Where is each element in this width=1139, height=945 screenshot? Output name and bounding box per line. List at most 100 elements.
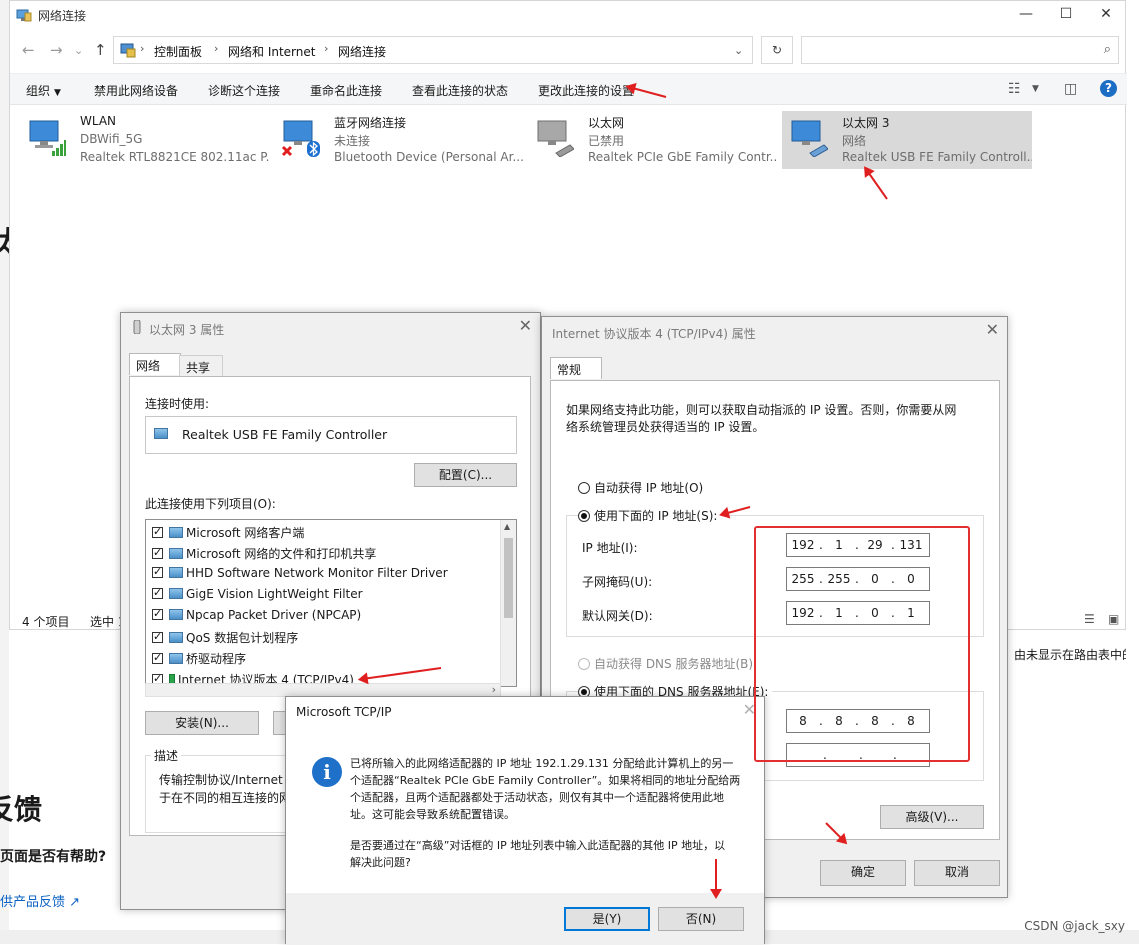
adapter-name: Realtek USB FE Family Controller [182,427,388,442]
adapter-status: 未连接 [334,134,371,148]
view-status-command[interactable]: 查看此连接的状态 [412,82,508,99]
auto-dns-radio[interactable]: 自动获得 DNS 服务器地址(B) [578,655,753,672]
breadcrumb-separator-icon: › [140,42,145,55]
up-arrow-icon[interactable]: ↑ [94,41,107,59]
dialog-title: 以太网 3 属性 [149,323,225,337]
list-item[interactable]: GigE Vision LightWeight Filter [152,586,363,607]
maximize-button[interactable]: ☐ [1046,3,1086,27]
adapter-status: 网络 [842,134,867,148]
close-icon[interactable]: ✕ [519,316,532,335]
back-arrow-icon[interactable]: ← [22,41,35,59]
adapter-wlan[interactable]: WLAN DBWifi_5G Realtek RTL8821CE 802.11a… [20,111,270,169]
configure-button[interactable]: 配置(C)... [414,463,517,487]
client-icon [169,527,183,538]
adapter-status: 已禁用 [588,134,625,148]
breadcrumb-separator-icon: › [324,42,329,55]
tab-sharing[interactable]: 共享 [179,355,223,377]
list-scrollbar[interactable]: ▲ [500,520,516,686]
view-options-icon[interactable]: ☷ [1008,81,1021,97]
breadcrumb-network-internet[interactable]: 网络和 Internet [228,43,315,60]
annotation-arrow [715,859,717,897]
address-bar-row: ← → ⌄ ↑ › 控制面板 › 网络和 Internet › 网络连接 ⌄ ↻… [10,35,1127,65]
window-title: 网络连接 [38,9,87,23]
list-item[interactable]: Microsoft 网络客户端 [152,524,304,544]
address-dropdown-icon[interactable]: ⌄ [734,44,743,57]
list-item[interactable]: Microsoft 网络的文件和打印机共享 [152,545,376,565]
tab-general[interactable]: 常规 [550,357,602,379]
install-button[interactable]: 安装(N)... [145,711,259,735]
checkbox[interactable] [152,565,163,578]
description-label: 描述 [151,747,182,764]
yes-button[interactable]: 是(Y) [564,907,650,931]
radio-button-selected[interactable] [578,510,590,522]
rename-command[interactable]: 重命名此连接 [310,82,382,99]
background-feedback-heading: 反馈 [0,793,43,826]
address-box[interactable]: › 控制面板 › 网络和 Internet › 网络连接 ⌄ [113,36,753,64]
radio-button[interactable] [578,658,590,670]
minimize-button[interactable]: — [1006,3,1046,27]
tab-network[interactable]: 网络 [129,353,181,375]
network-folder-icon [16,9,32,22]
recent-locations-icon[interactable]: ⌄ [74,44,83,57]
adapter-ethernet[interactable]: 以太网 已禁用 Realtek PCIe GbE Family Contr... [528,111,778,169]
scroll-up-icon[interactable]: ▲ [504,522,510,531]
adapter-name: WLAN [80,114,117,128]
tiles-view-icon[interactable]: ▣ [1108,612,1119,626]
message-text: 已将所输入的此网络适配器的 IP 地址 192.1.29.131 分配给此计算机… [350,757,734,770]
components-list[interactable]: Microsoft 网络客户端 Microsoft 网络的文件和打印机共享 HH… [145,519,517,687]
breadcrumb-control-panel[interactable]: 控制面板 [154,43,202,60]
cancel-button[interactable]: 取消 [914,860,1000,886]
wifi-adapter-icon [29,120,66,156]
checkbox[interactable] [152,525,163,538]
scroll-thumb[interactable] [504,538,513,618]
background-feedback-link[interactable]: 供产品反馈 ↗ [0,891,80,910]
message-question: 解决此问题? [350,856,411,869]
auto-ip-radio[interactable]: 自动获得 IP 地址(O) [578,479,703,496]
connect-using-label: 连接时使用: [145,397,210,411]
list-item[interactable]: QoS 数据包计划程序 [152,629,298,649]
organize-menu[interactable]: 组织 ▼ [26,82,61,99]
diagnose-command[interactable]: 诊断这个连接 [208,82,280,99]
background-page-right-strip [1126,0,1139,944]
refresh-button[interactable]: ↻ [761,36,793,64]
checkbox[interactable] [152,630,163,643]
no-button[interactable]: 否(N) [658,907,744,931]
change-settings-command[interactable]: 更改此连接的设置 [538,82,634,99]
search-input[interactable]: ⌕ [801,36,1119,64]
checkbox[interactable] [152,586,163,599]
help-icon[interactable]: ? [1100,80,1117,97]
message-question: 是否要通过在“高级”对话框的 IP 地址列表中输入此适配器的其他 IP 地址，以 [350,839,726,852]
advanced-button[interactable]: 高级(V)... [880,805,984,829]
manual-ip-radio[interactable]: 使用下面的 IP 地址(S): [578,507,722,524]
control-panel-icon [120,43,136,58]
driver-icon [169,567,183,578]
checkbox[interactable] [152,651,163,664]
adapter-bluetooth[interactable]: 蓝牙网络连接 未连接 Bluetooth Device (Personal Ar… [274,111,524,169]
adapter-device: Realtek PCIe GbE Family Contr... [588,150,778,164]
breadcrumb-network-connections[interactable]: 网络连接 [338,43,386,60]
intro-text: 络系统管理员处获得适当的 IP 设置。 [566,420,765,434]
adapter-name: 以太网 [588,116,625,130]
chevron-down-icon[interactable]: ▼ [1032,84,1039,94]
radio-button[interactable] [578,482,590,494]
details-view-icon[interactable]: ☰ [1084,612,1095,626]
checkbox[interactable] [152,607,163,620]
scroll-right-icon[interactable]: › [492,683,496,696]
list-item[interactable]: HHD Software Network Monitor Filter Driv… [152,565,448,586]
disable-device-command[interactable]: 禁用此网络设备 [94,82,178,99]
close-button[interactable]: ✕ [1086,3,1126,27]
annotation-highlight-box [754,526,970,762]
forward-arrow-icon[interactable]: → [50,41,63,59]
list-hscrollbar[interactable]: › [145,683,501,697]
adapter-display: Realtek USB FE Family Controller [145,416,517,454]
ok-button[interactable]: 确定 [820,860,906,886]
item-count: 4 个项目 [22,615,70,629]
adapter-ethernet-3[interactable]: 以太网 3 网络 Realtek USB FE Family Controll.… [782,111,1032,169]
close-icon[interactable]: ✕ [986,320,999,339]
preview-pane-icon[interactable]: ◫ [1064,81,1077,97]
list-item[interactable]: 桥驱动程序 [152,650,246,670]
command-bar: 组织 ▼ 禁用此网络设备 诊断这个连接 重命名此连接 查看此连接的状态 更改此连接… [10,73,1127,105]
ip-address-label: IP 地址(I): [582,541,638,555]
list-item[interactable]: Npcap Packet Driver (NPCAP) [152,607,361,628]
checkbox[interactable] [152,546,163,559]
